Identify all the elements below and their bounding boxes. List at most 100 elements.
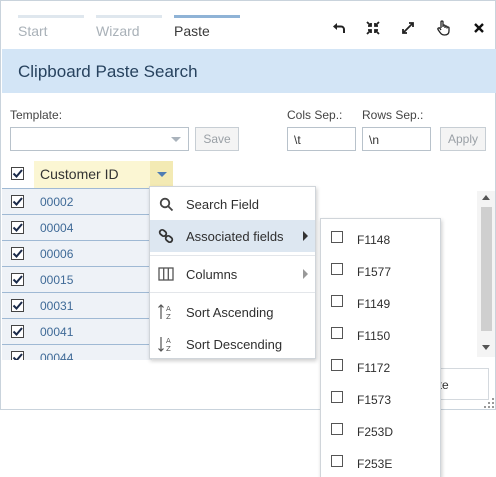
table-row[interactable]: 00044 (2, 345, 152, 360)
close-icon[interactable] (470, 19, 488, 37)
rows-sep-label: Rows Sep.: (362, 108, 424, 122)
checkmark-icon (12, 301, 23, 310)
customer-id-cell: 00031 (40, 299, 74, 313)
menu-item-sort-descending[interactable]: AZ Sort Descending (150, 328, 315, 360)
field-checkbox[interactable] (331, 359, 343, 371)
save-button[interactable]: Save (195, 127, 239, 151)
menu-item-columns[interactable]: Columns (150, 258, 315, 290)
customer-grid: 00002 00004 00006 00015 00031 00041 00044 (2, 188, 152, 360)
tab-start[interactable]: Start (18, 15, 84, 45)
row-checkbox[interactable] (11, 195, 24, 208)
select-all-checkbox[interactable] (11, 167, 24, 180)
tab-wizard[interactable]: Wizard (96, 15, 162, 45)
submenu-item-label: F1150 (357, 329, 391, 343)
menu-item-search-field[interactable]: Search Field (150, 188, 315, 220)
pointer-icon[interactable] (434, 19, 452, 37)
chevron-down-icon (156, 172, 167, 177)
chevron-right-icon (303, 269, 308, 279)
field-checkbox[interactable] (331, 391, 343, 403)
submenu-item[interactable]: F253D (321, 413, 440, 445)
search-icon (157, 195, 175, 213)
checkmark-icon (12, 249, 23, 258)
chevron-down-icon (171, 137, 181, 142)
table-row[interactable]: 00031 (2, 293, 152, 319)
menu-divider (150, 255, 315, 256)
submenu-item-label: F1172 (357, 361, 391, 375)
field-checkbox[interactable] (331, 263, 343, 275)
submenu-item-label: F1577 (357, 265, 392, 279)
row-checkbox[interactable] (11, 351, 24, 360)
submenu-item[interactable]: F1150 (321, 317, 440, 349)
column-header-label: Customer ID (40, 166, 119, 182)
table-row[interactable]: 00002 (2, 189, 152, 215)
tab-paste-label: Paste (174, 23, 210, 39)
resize-grip-icon[interactable] (483, 397, 495, 409)
chevron-right-icon (303, 231, 308, 241)
submenu-item[interactable]: F1148 (321, 221, 440, 253)
menu-item-label: Associated fields (186, 229, 284, 244)
menu-item-sort-ascending[interactable]: AZ Sort Ascending (150, 296, 315, 328)
dialog-title: Clipboard Paste Search (18, 62, 198, 81)
column-menu-button[interactable] (150, 161, 173, 188)
apply-button[interactable]: Apply (440, 127, 486, 151)
undo-icon[interactable] (330, 19, 348, 37)
submenu-item[interactable]: F1573 (321, 381, 440, 413)
menu-item-label: Columns (186, 267, 238, 282)
cols-sep-label: Cols Sep.: (287, 108, 343, 122)
table-row[interactable]: 00006 (2, 241, 152, 267)
cols-sep-input[interactable]: \t (287, 127, 356, 151)
row-checkbox[interactable] (11, 299, 24, 312)
submenu-item[interactable]: F253E (321, 445, 440, 477)
submenu-item-label: F253E (357, 457, 393, 471)
column-context-menu: Search Field Associated fields Columns A… (149, 186, 316, 359)
vertical-scrollbar[interactable] (477, 191, 495, 357)
row-checkbox[interactable] (11, 247, 24, 260)
customer-id-cell: 00006 (40, 247, 74, 261)
customer-id-cell: 00041 (40, 325, 74, 339)
svg-text:Z: Z (166, 313, 171, 321)
compress-icon[interactable] (364, 19, 382, 37)
submenu-item[interactable]: F1577 (321, 253, 440, 285)
checkmark-icon (12, 275, 23, 284)
dialog-header: Clipboard Paste Search (2, 49, 496, 93)
associated-fields-submenu: F1148 F1577 F1149 F1150 F1172 F1573 F253D F253E (320, 218, 441, 477)
table-row[interactable]: 00015 (2, 267, 152, 293)
menu-item-associated-fields[interactable]: Associated fields (150, 220, 315, 252)
scrollbar-thumb[interactable] (481, 207, 492, 331)
field-checkbox[interactable] (331, 423, 343, 435)
tab-paste[interactable]: Paste (174, 15, 240, 45)
svg-text:A: A (166, 305, 171, 313)
table-row[interactable]: 00041 (2, 319, 152, 345)
link-icon (157, 227, 175, 245)
customer-id-cell: 00002 (40, 195, 74, 209)
rows-sep-input[interactable]: \n (362, 127, 431, 151)
tab-start-label: Start (18, 23, 48, 39)
submenu-item-label: F1573 (357, 393, 392, 407)
field-checkbox[interactable] (331, 327, 343, 339)
submenu-item[interactable]: F1149 (321, 285, 440, 317)
menu-item-label: Sort Ascending (186, 305, 274, 320)
expand-icon[interactable] (399, 19, 417, 37)
row-checkbox[interactable] (11, 221, 24, 234)
submenu-item[interactable]: F1172 (321, 349, 440, 381)
row-checkbox[interactable] (11, 325, 24, 338)
field-checkbox[interactable] (331, 231, 343, 243)
checkmark-icon (12, 353, 23, 360)
table-row[interactable]: 00004 (2, 215, 152, 241)
row-checkbox[interactable] (11, 273, 24, 286)
submenu-item-label: F253D (357, 425, 394, 439)
checkmark-icon (12, 327, 23, 336)
template-select[interactable] (10, 127, 189, 151)
checkmark-icon (12, 223, 23, 232)
scroll-up-icon[interactable] (482, 195, 490, 200)
scroll-down-icon[interactable] (482, 345, 490, 350)
sort-descending-icon: AZ (157, 335, 175, 353)
template-label: Template: (10, 108, 63, 122)
checkmark-icon (12, 169, 23, 178)
field-checkbox[interactable] (331, 455, 343, 467)
svg-text:A: A (166, 337, 171, 345)
customer-id-cell: 00044 (40, 351, 74, 360)
field-checkbox[interactable] (331, 295, 343, 307)
submenu-item-label: F1148 (357, 233, 391, 247)
customer-id-cell: 00004 (40, 221, 74, 235)
